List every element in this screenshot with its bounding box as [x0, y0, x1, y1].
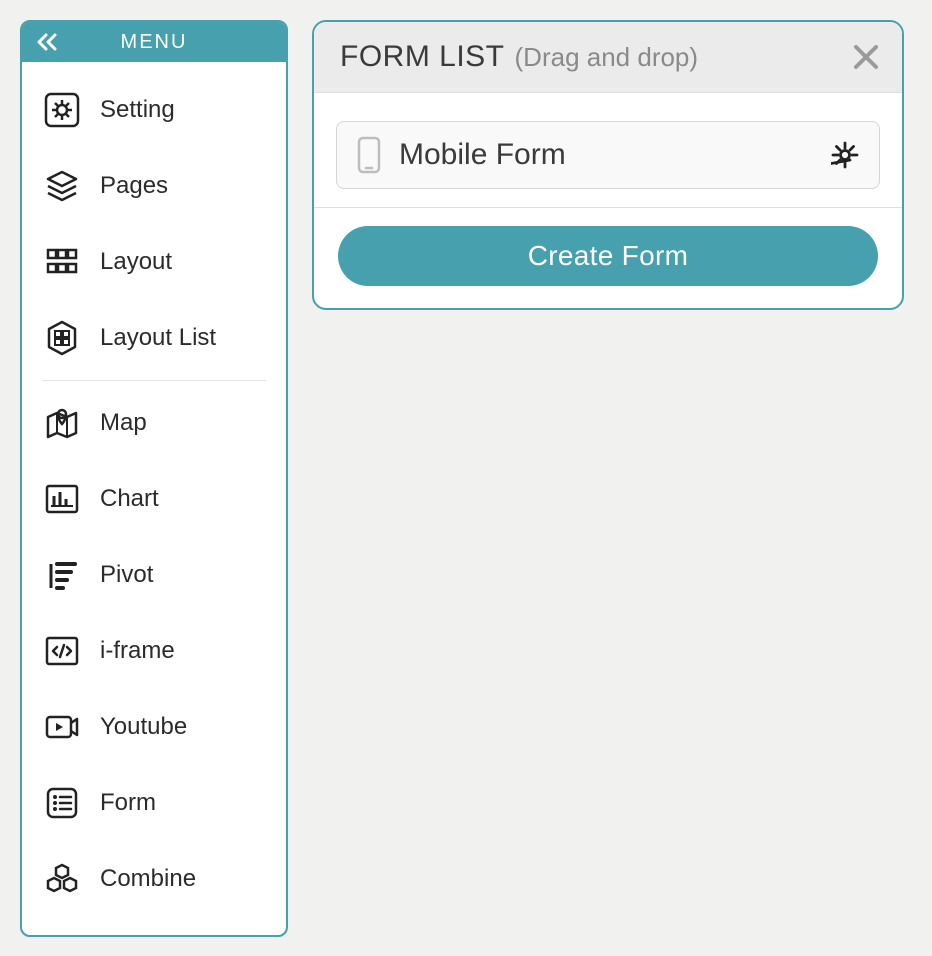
- gear-icon: [42, 90, 82, 130]
- gear-icon: [831, 141, 859, 169]
- panel-header: FORM LIST (Drag and drop): [314, 22, 902, 93]
- sidebar-item-label: Layout: [100, 248, 172, 276]
- sidebar-item-label: i-frame: [100, 637, 175, 665]
- sidebar-item-form[interactable]: Form: [22, 765, 286, 841]
- sidebar-item-pivot[interactable]: Pivot: [22, 537, 286, 613]
- sidebar-body: Setting Pages Layout: [22, 62, 286, 935]
- layers-icon: [42, 166, 82, 206]
- mobile-icon: [357, 136, 381, 174]
- pivot-icon: [42, 555, 82, 595]
- sidebar-divider: [42, 380, 266, 381]
- sidebar-item-label: Layout List: [100, 324, 216, 352]
- sidebar-item-youtube[interactable]: Youtube: [22, 689, 286, 765]
- form-list-panel: FORM LIST (Drag and drop) Mobile Form: [312, 20, 904, 310]
- sidebar-item-label: Combine: [100, 865, 196, 893]
- panel-title: FORM LIST: [340, 40, 505, 74]
- sidebar-item-layout[interactable]: Layout: [22, 224, 286, 300]
- panel-close-button[interactable]: [852, 43, 880, 71]
- sidebar-title: MENU: [121, 31, 188, 54]
- combine-icon: [42, 859, 82, 899]
- sidebar-collapse-button[interactable]: [36, 33, 58, 51]
- sidebar-item-label: Pivot: [100, 561, 153, 589]
- sidebar-item-iframe[interactable]: i-frame: [22, 613, 286, 689]
- sidebar-item-label: Setting: [100, 96, 175, 124]
- sidebar-item-label: Map: [100, 409, 147, 437]
- layout-list-icon: [42, 318, 82, 358]
- form-name: Mobile Form: [399, 138, 813, 172]
- form-icon: [42, 783, 82, 823]
- panel-content: Mobile Form: [314, 93, 902, 189]
- sidebar-item-chart[interactable]: Chart: [22, 461, 286, 537]
- sidebar-item-label: Youtube: [100, 713, 187, 741]
- sidebar-item-label: Pages: [100, 172, 168, 200]
- panel-footer: Create Form: [314, 207, 902, 308]
- form-list-item[interactable]: Mobile Form: [336, 121, 880, 189]
- sidebar: MENU Setting: [20, 20, 288, 937]
- sidebar-header: MENU: [22, 22, 286, 62]
- create-form-button[interactable]: Create Form: [338, 226, 878, 286]
- form-settings-button[interactable]: [831, 141, 859, 169]
- sidebar-item-combine[interactable]: Combine: [22, 841, 286, 917]
- chevron-double-left-icon: [36, 33, 58, 51]
- sidebar-item-label: Chart: [100, 485, 159, 513]
- sidebar-item-pages[interactable]: Pages: [22, 148, 286, 224]
- video-icon: [42, 707, 82, 747]
- grid-icon: [42, 242, 82, 282]
- sidebar-item-label: Form: [100, 789, 156, 817]
- sidebar-item-layout-list[interactable]: Layout List: [22, 300, 286, 376]
- chart-icon: [42, 479, 82, 519]
- close-icon: [852, 43, 880, 71]
- sidebar-item-map[interactable]: Map: [22, 385, 286, 461]
- map-icon: [42, 403, 82, 443]
- sidebar-item-setting[interactable]: Setting: [22, 72, 286, 148]
- code-icon: [42, 631, 82, 671]
- panel-subtitle: (Drag and drop): [515, 42, 699, 73]
